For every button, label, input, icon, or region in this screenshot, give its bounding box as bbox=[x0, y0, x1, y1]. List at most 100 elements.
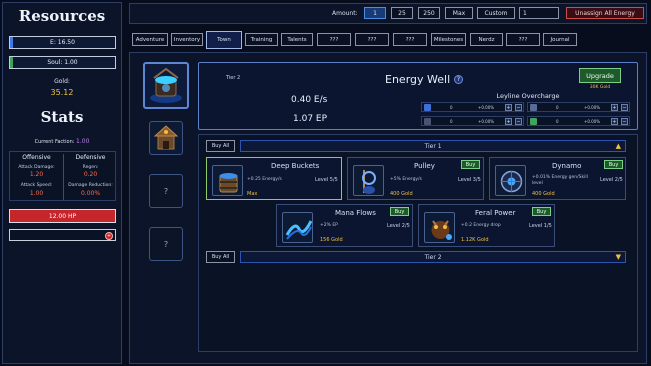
leyline-slot-1: 0 +0.00% + − bbox=[421, 102, 524, 112]
leyline-minus-button[interactable]: − bbox=[621, 118, 628, 125]
attack-speed-value: 1.00 bbox=[29, 190, 44, 197]
tab-training[interactable]: Training bbox=[245, 33, 278, 46]
attack-progress-bar: + bbox=[9, 229, 116, 241]
upgrade-cost: 30K Gold bbox=[589, 85, 611, 90]
soul-bar: Soul: 1.00 bbox=[9, 56, 116, 69]
upgrade-card-dynamo[interactable]: Dynamo +0.01% Energy gen/Skill level Lev… bbox=[489, 157, 626, 200]
damage-reduction-value: 0.00% bbox=[80, 190, 101, 197]
upgrade-name: Mana Flows bbox=[335, 209, 376, 217]
upgrade-cost: 400 Gold bbox=[390, 191, 413, 197]
upgrade-building-button[interactable]: Upgrade bbox=[579, 68, 621, 83]
upgrade-cost: 1.12K Gold bbox=[461, 237, 489, 243]
feral-power-icon bbox=[424, 212, 455, 243]
offensive-header: Offensive bbox=[22, 154, 51, 161]
buy-button[interactable]: Buy bbox=[604, 160, 623, 169]
tab-milestones[interactable]: Milestones bbox=[431, 33, 466, 46]
amount-25-button[interactable]: 25 bbox=[391, 7, 413, 19]
leyline-minus-button[interactable]: − bbox=[621, 104, 628, 111]
upgrade-effect: +0.2 Energy drop bbox=[461, 223, 501, 228]
energy-bar: E: 16.50 bbox=[9, 36, 116, 49]
regen-label: Regen: bbox=[82, 165, 99, 170]
upgrade-effect: +2% EP bbox=[320, 223, 338, 228]
tier1-header[interactable]: Tier 1 ▲ bbox=[240, 140, 626, 152]
tab-adventure[interactable]: Adventure bbox=[132, 33, 168, 46]
damage-reduction-label: Damage Reduction: bbox=[68, 183, 113, 188]
stats-table: Offensive Defensive Attack Damage: 1.20 … bbox=[9, 151, 116, 201]
regen-value: 0.20 bbox=[83, 171, 98, 178]
amount-custom-button[interactable]: Custom bbox=[477, 7, 515, 19]
tab-locked-7[interactable]: ??? bbox=[393, 33, 427, 46]
house-icon bbox=[153, 125, 179, 150]
leyline-slot-2: 0 +0.00% + − bbox=[527, 102, 630, 112]
tab-inventory[interactable]: Inventory bbox=[171, 33, 203, 46]
tab-locked-10[interactable]: ??? bbox=[506, 33, 540, 46]
leyline-minus-button[interactable]: − bbox=[515, 104, 522, 111]
leyline-title: Leyline Overcharge bbox=[496, 92, 560, 100]
leyline-plus-button[interactable]: + bbox=[505, 104, 512, 111]
gold-label: Gold: bbox=[54, 78, 70, 85]
dynamo-icon bbox=[495, 165, 526, 196]
hp-bar: 12.00 HP bbox=[9, 209, 116, 223]
upgrade-level: Level 5/5 bbox=[315, 177, 338, 183]
attack-speed-label: Attack Speed: bbox=[20, 183, 53, 188]
tab-talents[interactable]: Talents bbox=[281, 33, 313, 46]
tab-journal[interactable]: Journal bbox=[543, 33, 577, 46]
tab-locked-5[interactable]: ??? bbox=[317, 33, 351, 46]
upgrade-card-deep-buckets[interactable]: Deep Buckets +0.25 Energy/s Level 5/5 Ma… bbox=[206, 157, 342, 200]
building-slot-energy-well[interactable] bbox=[143, 62, 189, 109]
unassign-all-energy-button[interactable]: Unassign All Energy bbox=[566, 7, 644, 19]
leyline-plus-button[interactable]: + bbox=[611, 118, 618, 125]
upgrade-card-feral-power[interactable]: Feral Power +0.2 Energy drop Level 1/5 1… bbox=[418, 204, 555, 247]
upgrade-level: Level 3/5 bbox=[458, 177, 481, 183]
fire-icon bbox=[424, 104, 431, 111]
energy-rate: 0.40 E/s bbox=[291, 95, 328, 105]
hp-label: 12.00 HP bbox=[48, 212, 77, 220]
amount-250-button[interactable]: 250 bbox=[418, 7, 440, 19]
amount-max-button[interactable]: Max bbox=[445, 7, 473, 19]
leyline-value: 0 bbox=[450, 119, 453, 124]
attack-progress-icon[interactable]: + bbox=[105, 231, 113, 240]
buy-button[interactable]: Buy bbox=[390, 207, 409, 216]
leyline-slot-3: 0 +0.00% + − bbox=[421, 116, 524, 126]
buy-button[interactable]: Buy bbox=[461, 160, 480, 169]
upgrade-level: Level 2/5 bbox=[387, 223, 410, 229]
tab-locked-6[interactable]: ??? bbox=[355, 33, 389, 46]
leyline-plus-button[interactable]: + bbox=[505, 118, 512, 125]
upgrade-name: Deep Buckets bbox=[271, 162, 320, 170]
building-name: Energy Well bbox=[385, 73, 451, 86]
upgrade-effect: +0.01% Energy gen/Skill level bbox=[532, 175, 588, 186]
building-slot-2[interactable] bbox=[149, 121, 183, 155]
tab-town[interactable]: Town bbox=[206, 31, 242, 49]
building-slot-3[interactable]: ? bbox=[149, 174, 183, 208]
tier1-title: Tier 1 bbox=[424, 142, 442, 150]
tier2-expand-icon: ▼ bbox=[615, 253, 621, 261]
upgrade-card-pulley[interactable]: Pulley +5% Energy/s Level 3/5 400 Gold B… bbox=[347, 157, 484, 200]
tab-nerdz[interactable]: Nerdz bbox=[470, 33, 503, 46]
leyline-plus-button[interactable]: + bbox=[611, 104, 618, 111]
gold-value: 35.12 bbox=[50, 88, 74, 97]
current-faction-label: Current Faction: bbox=[34, 139, 75, 145]
custom-amount-input[interactable]: 1 bbox=[519, 7, 559, 19]
buy-button[interactable]: Buy bbox=[532, 207, 551, 216]
tier1-buy-all-button[interactable]: Buy All bbox=[206, 140, 235, 152]
tier1-collapse-icon: ▲ bbox=[615, 142, 621, 150]
amount-1-button[interactable]: 1 bbox=[364, 7, 386, 19]
leyline-percent: +0.00% bbox=[478, 119, 495, 124]
attack-damage-value: 1.20 bbox=[29, 171, 44, 178]
leyline-value: 0 bbox=[556, 119, 559, 124]
building-slot-4[interactable]: ? bbox=[149, 227, 183, 261]
upgrade-card-mana-flows[interactable]: Mana Flows +2% EP Level 2/5 156 Gold Buy bbox=[276, 204, 413, 247]
leyline-minus-button[interactable]: − bbox=[515, 118, 522, 125]
resources-title: Resources bbox=[18, 7, 106, 25]
energy-points: 1.07 EP bbox=[293, 114, 328, 124]
leyline-percent: +0.00% bbox=[584, 119, 601, 124]
help-icon[interactable]: ? bbox=[454, 75, 463, 84]
tier2-buy-all-button[interactable]: Buy All bbox=[206, 251, 235, 263]
current-faction-value: 1.00 bbox=[76, 138, 90, 145]
leyline-percent: +0.00% bbox=[478, 105, 495, 110]
current-faction: Current Faction: 1.00 bbox=[2, 138, 122, 145]
soul-label: Soul: 1.00 bbox=[47, 59, 78, 66]
amount-label: Amount: bbox=[332, 10, 358, 17]
energy-label: E: 16.50 bbox=[50, 39, 75, 46]
tier2-header[interactable]: Tier 2 ▼ bbox=[240, 251, 626, 263]
